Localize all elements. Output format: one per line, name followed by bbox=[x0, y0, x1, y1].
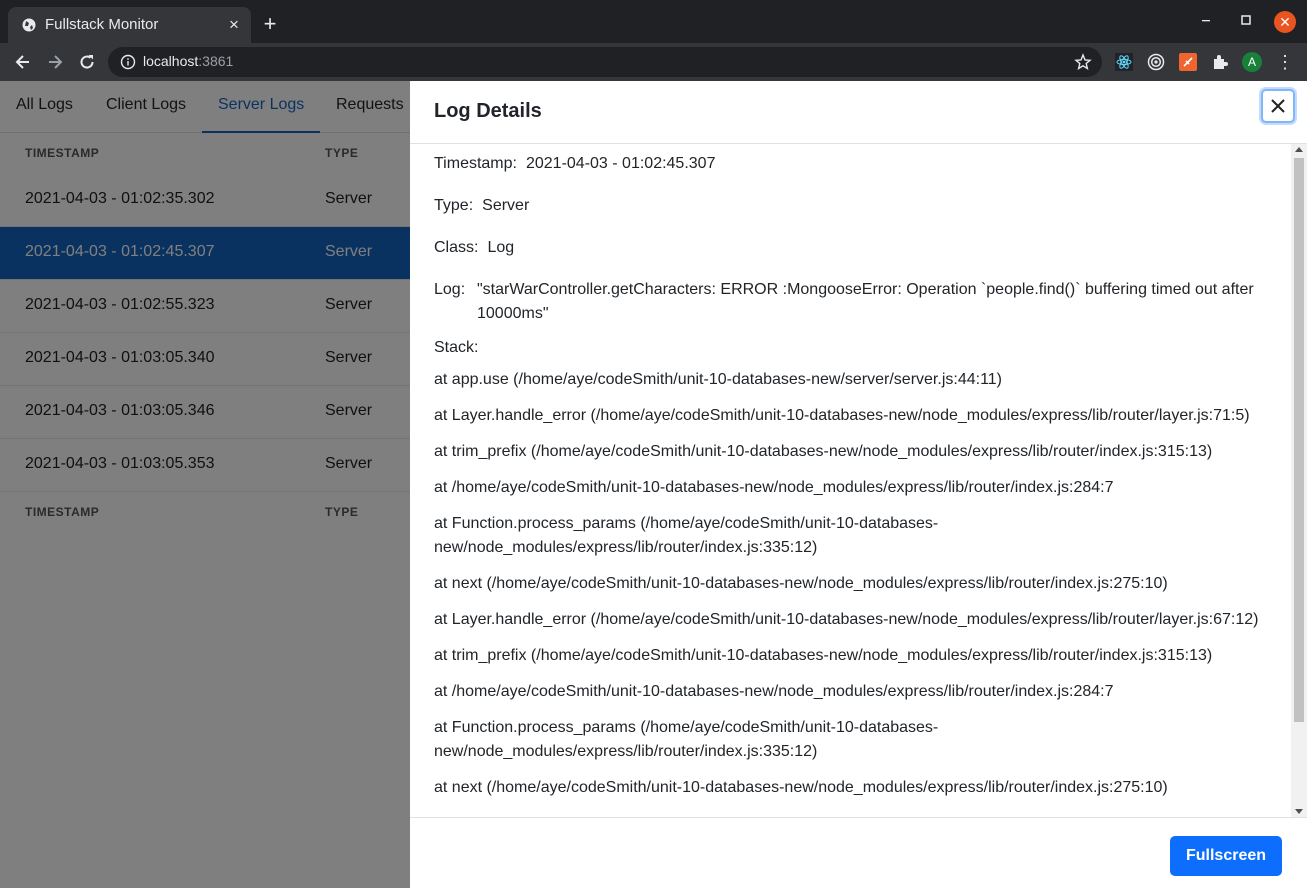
modal-title: Log Details bbox=[434, 100, 542, 122]
window-close-icon[interactable]: ✕ bbox=[1274, 11, 1296, 33]
browser-menu-icon[interactable]: ⋮ bbox=[1276, 52, 1294, 72]
reload-icon[interactable] bbox=[77, 52, 97, 72]
class-value: Log bbox=[487, 239, 515, 256]
minimize-icon[interactable] bbox=[1199, 13, 1213, 27]
app-content: All Logs Client Logs Server Logs Request… bbox=[0, 81, 1307, 888]
bookmark-star-icon[interactable] bbox=[1074, 53, 1092, 71]
timestamp-label: Timestamp: bbox=[434, 155, 517, 172]
stack-line: at Layer.handle_error (/home/aye/codeSmi… bbox=[434, 611, 1259, 628]
browser-tab[interactable]: Fullstack Monitor × bbox=[8, 7, 251, 43]
close-button[interactable] bbox=[1261, 89, 1295, 123]
class-field: Class: Log bbox=[434, 239, 514, 257]
stack-line: at next (/home/aye/codeSmith/unit-10-dat… bbox=[434, 779, 1168, 796]
browser-toolbar: localhost:3861 A ⋮ bbox=[0, 43, 1307, 81]
type-value: Server bbox=[482, 197, 530, 214]
react-devtools-icon[interactable] bbox=[1114, 52, 1134, 72]
stack-line: at app.use (/home/aye/codeSmith/unit-10-… bbox=[434, 371, 1002, 388]
globe-icon bbox=[22, 18, 36, 32]
new-tab-icon[interactable]: + bbox=[260, 13, 280, 35]
stack-line: at trim_prefix (/home/aye/codeSmith/unit… bbox=[434, 647, 1213, 664]
tab-close-icon[interactable]: × bbox=[226, 16, 242, 33]
scroll-down-arrow-icon[interactable] bbox=[1295, 809, 1303, 814]
type-field: Type: Server bbox=[434, 197, 529, 215]
log-details-modal: Log Details Timestamp: 2021-04-03 - 01:02… bbox=[410, 81, 1307, 888]
forward-arrow-icon[interactable] bbox=[45, 52, 65, 72]
timestamp-value: 2021-04-03 - 01:02:45.307 bbox=[525, 155, 716, 172]
stack-line: at next (/home/aye/codeSmith/unit-10-dat… bbox=[434, 575, 1168, 592]
url-text: localhost:3861 bbox=[143, 53, 233, 69]
stack-line: at Layer.handle_error (/home/aye/codeSmi… bbox=[434, 407, 1250, 424]
browser-tab-strip: Fullstack Monitor × + ✕ bbox=[0, 0, 1307, 43]
scroll-up-arrow-icon[interactable] bbox=[1295, 147, 1303, 152]
maximize-icon[interactable] bbox=[1239, 13, 1253, 27]
target-extension-icon[interactable] bbox=[1146, 52, 1166, 72]
modal-footer: Fullscreen bbox=[410, 817, 1307, 888]
timestamp-field: Timestamp: 2021-04-03 - 01:02:45.307 bbox=[434, 155, 715, 173]
address-bar[interactable]: localhost:3861 bbox=[108, 47, 1102, 77]
type-label: Type: bbox=[434, 197, 474, 214]
modal-scrollbar[interactable] bbox=[1291, 144, 1307, 817]
stack-line: at Function.process_params (/home/aye/co… bbox=[434, 515, 939, 556]
stack-label: Stack: bbox=[434, 339, 479, 356]
log-label: Log: bbox=[434, 281, 466, 298]
info-icon[interactable] bbox=[120, 54, 136, 70]
class-label: Class: bbox=[434, 239, 479, 256]
stack-line: at /home/aye/codeSmith/unit-10-databases… bbox=[434, 479, 1114, 496]
url-port: :3861 bbox=[198, 53, 234, 69]
stack-line: at Function.process_params (/home/aye/co… bbox=[434, 719, 939, 760]
scrollbar-thumb[interactable] bbox=[1294, 158, 1304, 722]
tab-title: Fullstack Monitor bbox=[45, 16, 159, 33]
back-arrow-icon[interactable] bbox=[13, 52, 33, 72]
modal-header: Log Details bbox=[410, 81, 1307, 144]
modal-body: Timestamp: 2021-04-03 - 01:02:45.307 Type… bbox=[410, 144, 1307, 817]
close-icon bbox=[1271, 99, 1285, 113]
url-host: localhost bbox=[143, 53, 199, 69]
log-value: "starWarController.getCharacters: ERROR … bbox=[477, 281, 1254, 322]
stack-line: at trim_prefix (/home/aye/codeSmith/unit… bbox=[434, 443, 1213, 460]
orange-extension-icon[interactable] bbox=[1178, 52, 1198, 72]
extensions-puzzle-icon[interactable] bbox=[1210, 52, 1230, 72]
stack-line: at /home/aye/codeSmith/unit-10-databases… bbox=[434, 683, 1114, 700]
fullscreen-button[interactable]: Fullscreen bbox=[1170, 836, 1282, 876]
profile-avatar[interactable]: A bbox=[1242, 52, 1262, 72]
